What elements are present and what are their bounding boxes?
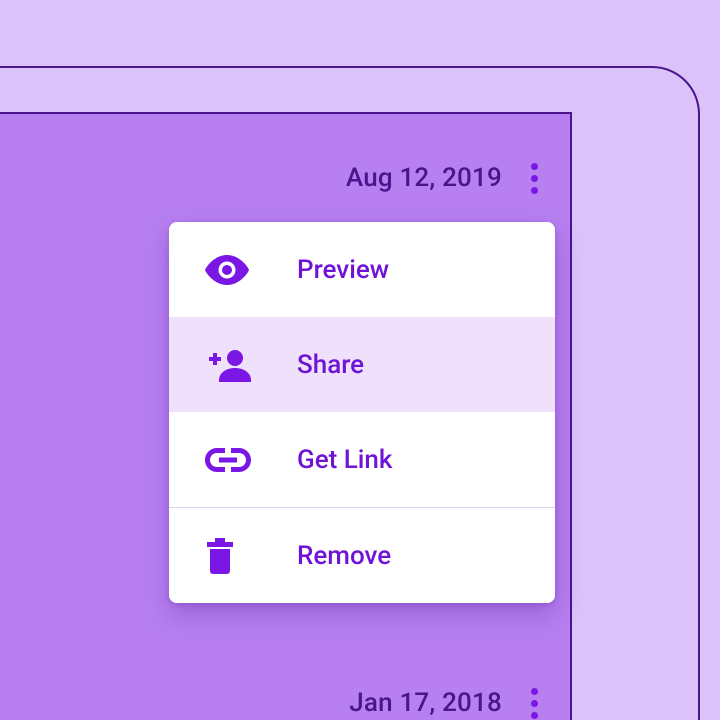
menu-item-share[interactable]: Share xyxy=(169,317,555,412)
trash-icon xyxy=(205,538,257,574)
list-row[interactable]: a Park Jan 17, 2018 xyxy=(0,679,570,720)
person-add-icon xyxy=(205,348,257,382)
menu-item-remove[interactable]: Remove xyxy=(169,508,555,603)
row-date: Jan 17, 2018 xyxy=(349,688,502,718)
menu-item-label: Get Link xyxy=(297,445,392,475)
more-vert-icon[interactable] xyxy=(522,688,546,719)
more-vert-icon[interactable] xyxy=(522,163,546,194)
menu-item-get-link[interactable]: Get Link xyxy=(169,412,555,507)
list-row[interactable]: nnors Aug 12, 2019 xyxy=(0,154,570,202)
menu-item-preview[interactable]: Preview xyxy=(169,222,555,317)
context-menu: Preview Share Get Link xyxy=(169,222,555,603)
menu-item-label: Remove xyxy=(297,541,391,571)
row-date: Aug 12, 2019 xyxy=(346,163,502,193)
eye-icon xyxy=(205,255,257,285)
menu-item-label: Share xyxy=(297,350,364,380)
menu-item-label: Preview xyxy=(297,255,389,285)
link-icon xyxy=(205,448,257,472)
